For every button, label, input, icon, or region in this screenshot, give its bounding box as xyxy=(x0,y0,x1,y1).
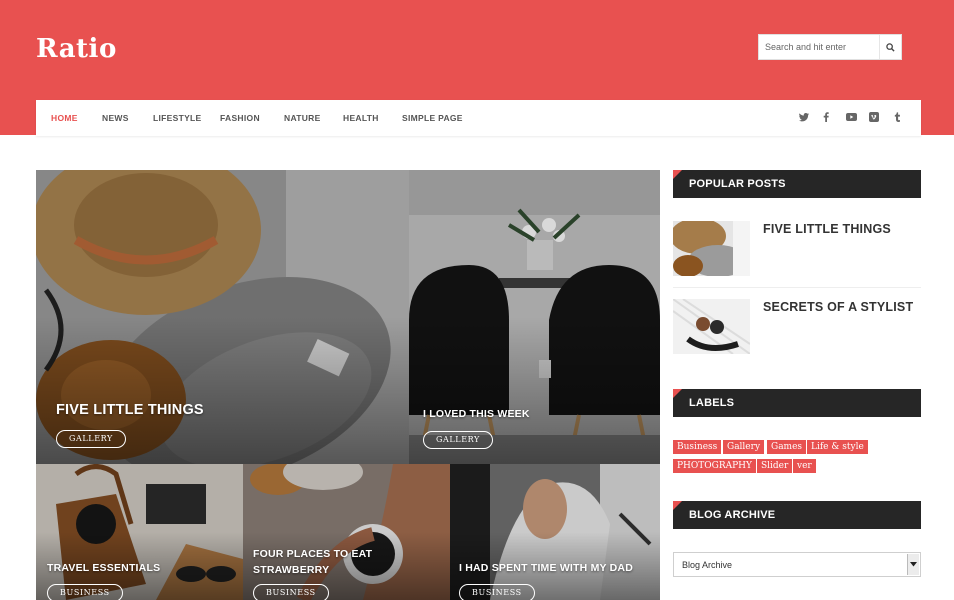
blog-archive-select[interactable]: Blog Archive xyxy=(673,552,921,577)
label-gallery[interactable]: Gallery xyxy=(723,440,765,454)
label-business[interactable]: Business xyxy=(673,440,722,454)
category-button[interactable]: BUSINESS xyxy=(253,584,329,600)
nav-item-simple-page[interactable]: SIMPLE PAGE xyxy=(402,113,463,123)
archive-selected-value: Blog Archive xyxy=(682,560,733,570)
popular-post-title-2[interactable]: SECRETS OF A STYLIST xyxy=(763,300,913,314)
popular-post-thumb-1[interactable] xyxy=(673,221,750,276)
post-title[interactable]: I LOVED THIS WEEK xyxy=(423,408,530,420)
nav-item-home[interactable]: HOME xyxy=(51,113,78,123)
post-thumbnail xyxy=(673,221,750,276)
nav-item-health[interactable]: HEALTH xyxy=(343,113,379,123)
category-button[interactable]: GALLERY xyxy=(423,431,493,449)
main-nav: HOME NEWS LIFESTYLE FASHION NATURE HEALT… xyxy=(36,100,921,136)
label-life-style[interactable]: Life & style xyxy=(807,440,868,454)
twitter-icon[interactable] xyxy=(798,111,810,123)
tumblr-icon[interactable] xyxy=(891,111,903,123)
post-title[interactable]: FOUR PLACES TO EAT STRAWBERRY xyxy=(253,546,413,578)
featured-post-2[interactable]: I LOVED THIS WEEK GALLERY xyxy=(409,170,660,464)
blog-archive-heading: BLOG ARCHIVE xyxy=(673,501,921,529)
popular-posts-heading: POPULAR POSTS xyxy=(673,170,921,198)
labels-title: LABELS xyxy=(689,397,735,409)
search-button[interactable] xyxy=(879,35,901,59)
category-button[interactable]: GALLERY xyxy=(56,430,126,448)
vimeo-icon[interactable] xyxy=(868,111,880,123)
post-thumbnail xyxy=(673,299,750,354)
dropdown-arrow-icon[interactable] xyxy=(907,554,919,575)
post-title[interactable]: FIVE LITTLE THINGS xyxy=(56,402,204,418)
facebook-icon[interactable] xyxy=(820,111,832,123)
category-button[interactable]: BUSINESS xyxy=(47,584,123,600)
search-icon xyxy=(886,42,895,52)
search-input[interactable] xyxy=(759,35,879,59)
category-button[interactable]: BUSINESS xyxy=(459,584,535,600)
label-slider[interactable]: Slider xyxy=(757,459,793,473)
nav-item-nature[interactable]: NATURE xyxy=(284,113,321,123)
popular-post-title-1[interactable]: FIVE LITTLE THINGS xyxy=(763,222,891,236)
featured-post-1[interactable]: FIVE LITTLE THINGS GALLERY xyxy=(36,170,409,464)
label-ver[interactable]: ver xyxy=(793,459,816,473)
featured-post-5[interactable]: I HAD SPENT TIME WITH MY DAD BUSINESS xyxy=(450,464,660,600)
label-games[interactable]: Games xyxy=(767,440,807,454)
post-title[interactable]: I HAD SPENT TIME WITH MY DAD xyxy=(459,562,633,574)
blog-archive-title: BLOG ARCHIVE xyxy=(689,509,776,521)
nav-item-lifestyle[interactable]: LIFESTYLE xyxy=(153,113,202,123)
label-photography[interactable]: PHOTOGRAPHY xyxy=(673,459,756,473)
post-title[interactable]: TRAVEL ESSENTIALS xyxy=(47,562,160,574)
featured-post-4[interactable]: FOUR PLACES TO EAT STRAWBERRY BUSINESS xyxy=(243,464,450,600)
popular-post-thumb-2[interactable] xyxy=(673,299,750,354)
youtube-icon[interactable] xyxy=(845,111,857,123)
search-box xyxy=(758,34,902,60)
nav-item-news[interactable]: NEWS xyxy=(102,113,129,123)
labels-heading: LABELS xyxy=(673,389,921,417)
popular-posts-title: POPULAR POSTS xyxy=(689,178,786,190)
site-logo[interactable]: Ratio xyxy=(36,34,117,64)
featured-post-3[interactable]: TRAVEL ESSENTIALS BUSINESS xyxy=(36,464,243,600)
nav-item-fashion[interactable]: FASHION xyxy=(220,113,260,123)
